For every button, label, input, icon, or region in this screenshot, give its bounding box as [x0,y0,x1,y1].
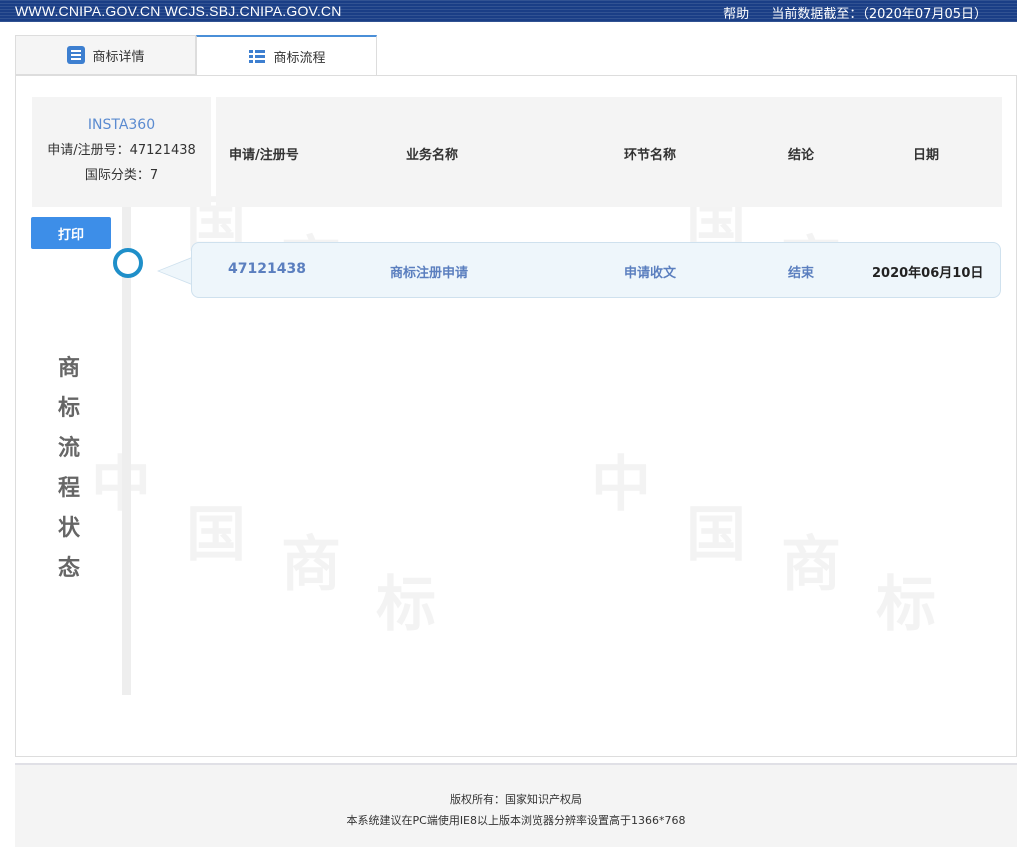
top-right: 帮助 当前数据截至：（2020年07月05日） [705,3,987,22]
tab-trademark-details[interactable]: 商标详情 [15,35,196,75]
table-header: 申请/注册号 业务名称 环节名称 结论 日期 [216,97,1002,207]
header-business: 业务名称 [406,148,459,163]
row-reg-no[interactable]: 47121438 [228,261,306,277]
top-bar: WWW.CNIPA.GOV.CN WCJS.SBJ.CNIPA.GOV.CN 帮… [0,0,1017,22]
row-conclusion: 结束 [788,266,815,281]
timeline-node [113,248,143,278]
browser-notice: 本系统建议在PC端使用IE8以上版本浏览器分辨率设置高于1366*768 [346,814,686,827]
row-business: 商标注册申请 [390,266,469,281]
watermark: 标 [876,556,936,643]
vertical-title: 商 标 流 程 状 态 [57,356,80,581]
header-step: 环节名称 [624,148,677,163]
tab-label: 商标流程 [273,51,326,66]
header-conclusion: 结论 [788,148,815,163]
watermark: 国 [686,486,746,573]
header-date: 日期 [913,148,940,163]
watermark: 中 [591,436,651,523]
watermark: 商 [781,516,841,603]
timeline-line [122,207,131,695]
row-date: 2020年06月10日 [872,266,984,281]
list-icon [247,47,267,67]
table-row[interactable]: 47121438 商标注册申请 申请收文 结束 2020年06月10日 [191,242,1001,298]
tab-trademark-process[interactable]: 商标流程 [196,35,377,76]
document-icon [66,45,86,65]
site-url: WWW.CNIPA.GOV.CN WCJS.SBJ.CNIPA.GOV.CN [15,3,342,19]
data-cutoff: 当前数据截至：（2020年07月05日） [771,7,987,22]
watermark: 商 [281,516,341,603]
trademark-info-card: INSTA360 申请/注册号：47121438 国际分类：7 [32,97,211,207]
copyright: 版权所有：国家知识产权局 [450,793,582,806]
footer: 版权所有：国家知识产权局 本系统建议在PC端使用IE8以上版本浏览器分辨率设置高… [15,763,1017,847]
watermark: 标 [376,556,436,643]
watermark: 国 [186,486,246,573]
print-button[interactable]: 打印 [31,217,111,249]
registration-number: 申请/注册号：47121438 [47,143,196,158]
help-link[interactable]: 帮助 [723,7,749,22]
watermark: 中 [91,436,151,523]
tab-label: 商标详情 [92,49,145,65]
row-step: 申请收文 [624,266,677,281]
international-class: 国际分类：7 [84,168,159,183]
trademark-name: INSTA360 [87,117,156,133]
process-panel: 中 国 商 标 中 国 商 标 国 商 国 商 INSTA360 申请/注册号：… [15,75,1017,757]
header-reg-no: 申请/注册号 [229,148,299,163]
